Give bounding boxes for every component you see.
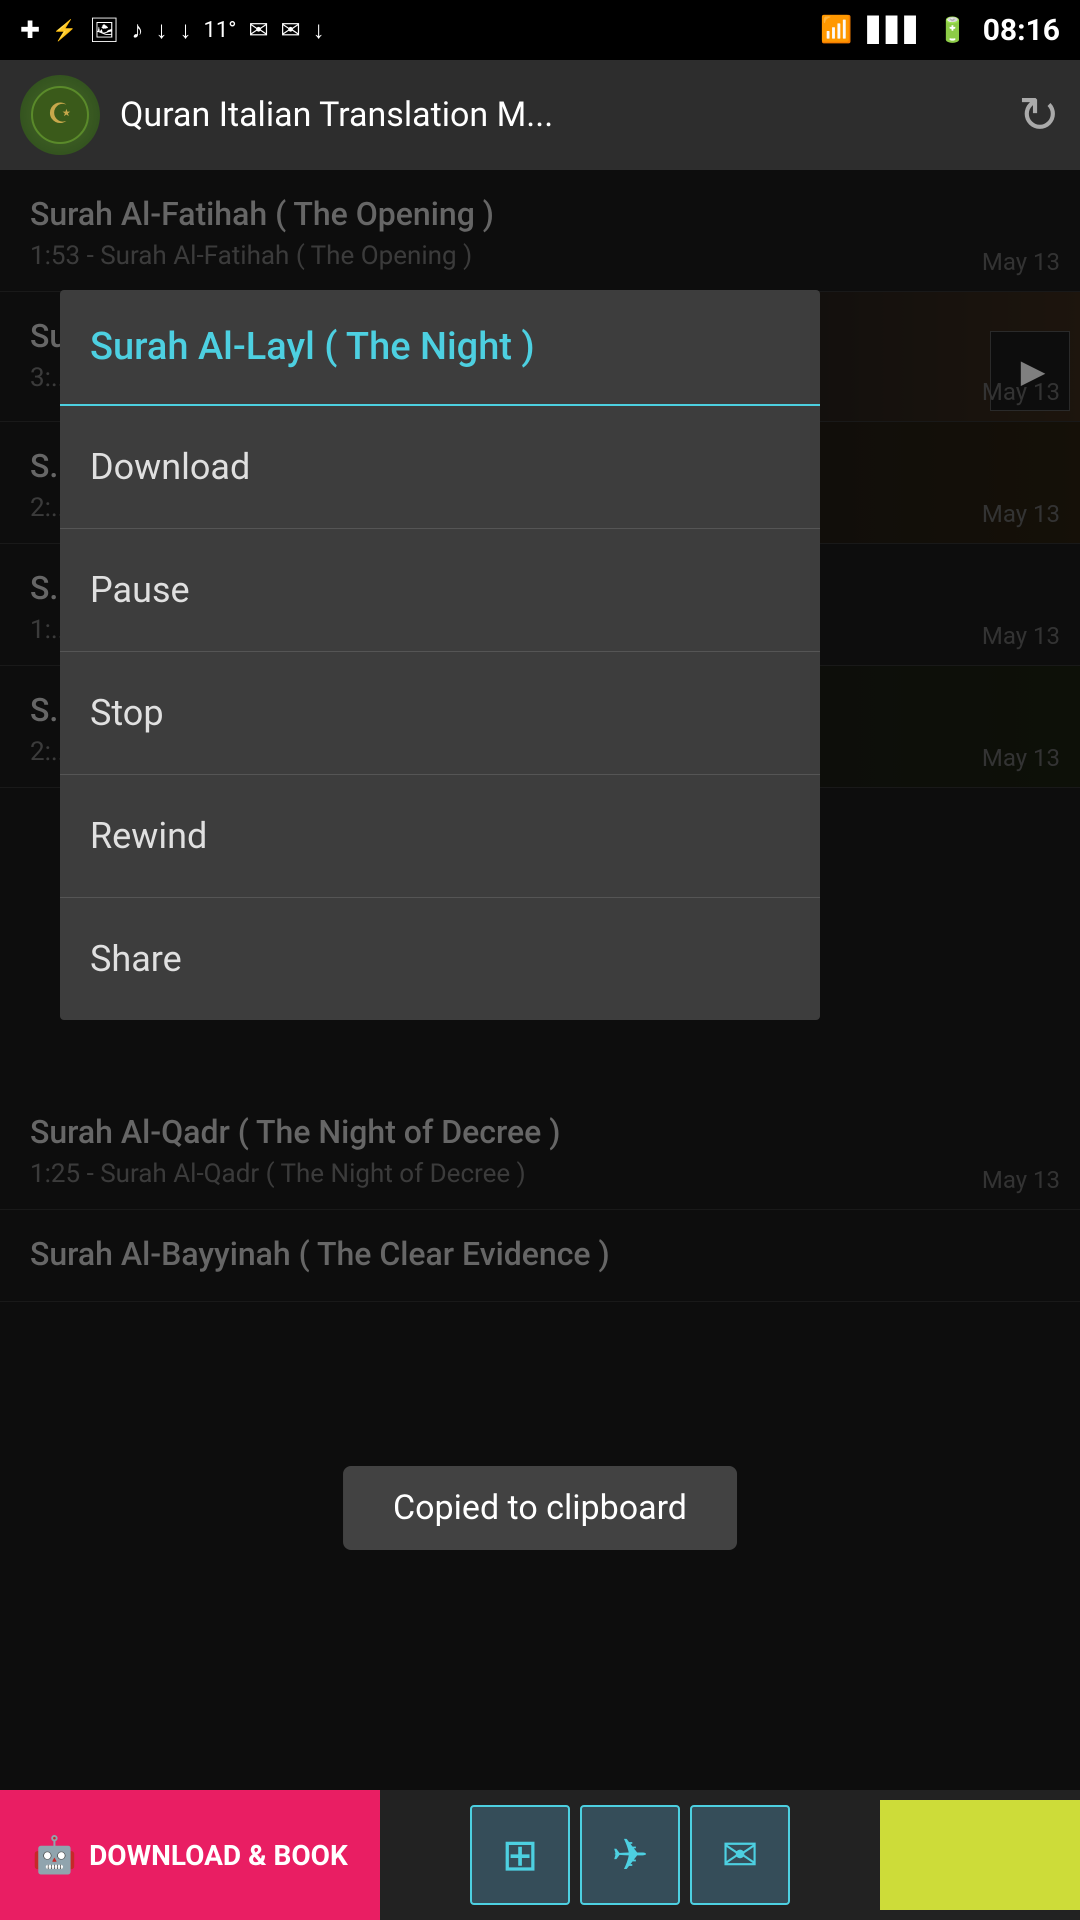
ad-icon-button-1[interactable]: ⊞ [470, 1805, 570, 1905]
usb-icon: ⚡ [52, 18, 77, 42]
refresh-button[interactable]: ↻ [1018, 86, 1060, 145]
download-book-label: DOWNLOAD & BOOK [89, 1839, 348, 1872]
ad-icon-button-2[interactable]: ✈ [580, 1805, 680, 1905]
app-title: Quran Italian Translation M... [120, 95, 998, 135]
status-bar: ✚ ⚡ 🖼 ♪ ↓ ↓ 11° ✉ ✉ ↓ 📶 ▋▋▋ 🔋 08:16 [0, 0, 1080, 60]
email-icon-2: ✉ [281, 16, 301, 44]
plane-icon: ✈ [612, 1829, 649, 1881]
ad-bar: 🤖 DOWNLOAD & BOOK ⊞ ✈ ✉ [0, 1790, 1080, 1920]
grid-icon: ⊞ [502, 1829, 539, 1881]
music-icon: ♪ [131, 16, 143, 45]
share-menu-item[interactable]: Share [60, 898, 820, 1020]
download-icon-1: ↓ [155, 16, 167, 45]
battery-icon: 🔋 [938, 16, 968, 44]
image-icon: 🖼 [89, 16, 119, 44]
wifi-icon: 📶 [820, 15, 852, 45]
svg-text:☪: ☪ [47, 97, 72, 130]
stop-menu-item[interactable]: Stop [60, 652, 820, 775]
ad-yellow-box [880, 1800, 1080, 1910]
temp-icon: 11° [203, 18, 236, 43]
pause-menu-item[interactable]: Pause [60, 529, 820, 652]
email-icon-1: ✉ [248, 16, 268, 44]
download-icon-2: ↓ [179, 16, 191, 45]
rewind-menu-item[interactable]: Rewind [60, 775, 820, 898]
app-bar: ☪ Quran Italian Translation M... ↻ [0, 60, 1080, 170]
download-menu-item[interactable]: Download [60, 406, 820, 529]
download-book-button[interactable]: 🤖 DOWNLOAD & BOOK [0, 1790, 380, 1920]
context-menu-title: Surah Al-Layl ( The Night ) [60, 290, 820, 406]
clipboard-toast: Copied to clipboard [343, 1466, 737, 1550]
signal-icon: ▋▋▋ [867, 16, 922, 44]
status-time: 08:16 [983, 13, 1060, 48]
status-icons-left: ✚ ⚡ 🖼 ♪ ↓ ↓ 11° ✉ ✉ ↓ [20, 16, 325, 45]
add-icon: ✚ [20, 16, 40, 44]
ad-icon-button-3[interactable]: ✉ [690, 1805, 790, 1905]
context-menu: Surah Al-Layl ( The Night ) Download Pau… [60, 290, 820, 1020]
download-icon-3: ↓ [313, 16, 325, 45]
mail-icon: ✉ [722, 1829, 759, 1881]
android-icon: 🤖 [32, 1834, 77, 1876]
ad-icons-right: ⊞ ✈ ✉ [380, 1805, 880, 1905]
app-logo: ☪ [20, 75, 100, 155]
